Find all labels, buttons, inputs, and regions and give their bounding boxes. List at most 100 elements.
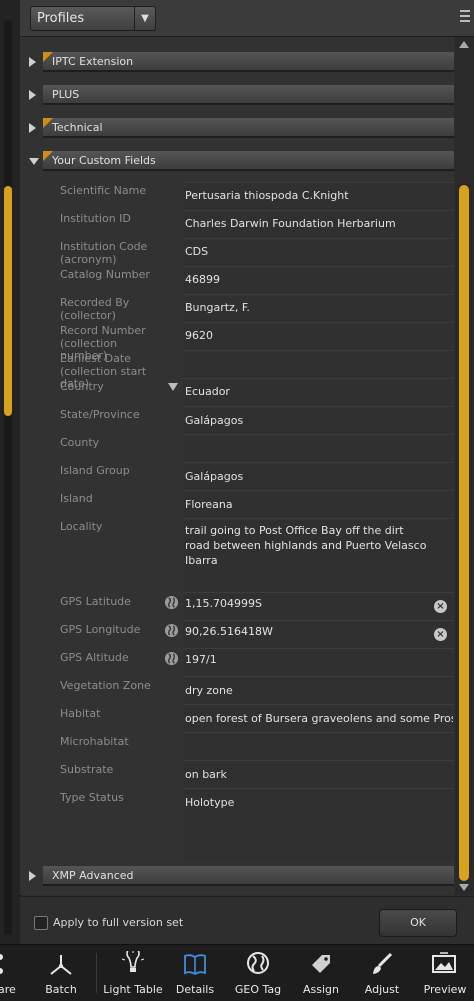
section-xmp-advanced[interactable]: XMP Advanced [20,866,454,886]
details-book-icon [184,954,206,976]
globe-icon[interactable] [164,595,179,610]
section-title: XMP Advanced [52,869,134,882]
tab-batch[interactable]: Batch [36,945,86,1001]
field-label-habitat: Habitat [60,707,101,720]
left-scrollbar-track[interactable] [4,20,12,935]
profiles-label: Profiles [37,11,85,26]
field-label-state: State/Province [60,408,140,421]
tab-label: Assign [303,983,339,996]
chevron-down-icon[interactable]: ▼ [134,7,155,30]
section-title: IPTC Extension [52,55,134,68]
clear-latitude-icon[interactable]: × [434,600,447,613]
clear-longitude-icon[interactable]: × [434,628,447,641]
field-label-type-status: Type Status [60,791,124,804]
expand-arrow-icon[interactable] [29,871,36,881]
profiles-dropdown[interactable]: Profiles ▼ [30,6,156,31]
globe-icon[interactable] [164,651,179,666]
island-group-value: Galápagos [185,470,244,483]
batch-icon [50,955,72,975]
tab-geo-tag[interactable]: GEO Tag [230,945,286,1001]
country-value: Ecuador [185,385,230,398]
section-iptc-extension[interactable]: IPTC Extension [20,52,454,72]
ok-button[interactable]: OK [379,909,457,937]
light-table-icon [121,951,145,972]
type-status-value: Holotype [185,796,235,809]
gps-altitude-value: 197/1 [185,653,217,666]
tab-light-table[interactable]: Light Table [100,945,166,1001]
field-label-institution-code: Institution Code (acronym) [60,240,148,266]
bottom-tab-bar: are Batch Light Table Details GEO Tag As… [0,944,474,1001]
tab-label: are [0,983,16,996]
expand-arrow-icon[interactable] [29,57,36,67]
locality-value: trail going to Post Office Bay off the d… [185,524,427,567]
section-technical[interactable]: Technical [20,118,454,138]
apply-full-version-checkbox[interactable] [34,916,48,930]
field-label-catalog-number: Catalog Number [60,268,150,281]
field-label-institution-id: Institution ID [60,212,131,225]
scientific-name-value: Pertusaria thiospoda C.Knight [185,189,349,202]
section-custom-fields[interactable]: Your Custom Fields [20,151,454,171]
globe-icon [247,952,269,974]
vegetation-zone-value: dry zone [185,684,233,697]
record-number-field[interactable] [183,322,454,350]
menu-icon[interactable] [460,10,470,24]
field-label-microhabitat: Microhabitat [60,735,129,748]
scroll-down-arrow-icon[interactable] [459,884,469,891]
left-scrollbar-thumb[interactable] [4,186,12,416]
microhabitat-field[interactable] [183,732,454,760]
tab-assign[interactable]: Assign [294,945,348,1001]
expand-arrow-icon[interactable] [29,123,36,133]
expand-arrow-icon[interactable] [29,90,36,100]
county-field[interactable] [183,434,454,462]
collapse-arrow-icon[interactable] [29,158,39,165]
tab-adjust[interactable]: Adjust [356,945,408,1001]
field-label-county: County [60,436,100,449]
scroll-up-arrow-icon[interactable] [459,41,469,48]
tab-label: Light Table [103,983,163,996]
earliest-date-field[interactable] [183,350,454,378]
tag-icon [312,955,330,973]
institution-id-value: Charles Darwin Foundation Herbarium [185,217,396,230]
right-scrollbar[interactable] [455,37,474,895]
country-dropdown-arrow-icon[interactable] [168,383,178,391]
island-value: Floreana [185,498,233,511]
field-label-recorded-by: Recorded By (collector) [60,296,130,322]
tab-share[interactable]: are [0,945,30,1001]
catalog-number-value: 46899 [185,273,220,286]
field-label-gps-altitude: GPS Altitude [60,651,129,664]
field-label-island: Island [60,492,93,505]
brush-icon [373,952,393,974]
metadata-panel: IPTC Extension PLUS Technical Your Custo… [20,37,454,895]
gps-altitude-field[interactable] [183,648,454,676]
institution-code-field[interactable] [183,238,454,266]
tab-separator [96,953,97,993]
tab-preview[interactable]: Preview [416,945,474,1001]
share-icon [0,954,3,974]
tab-label: Preview [423,983,467,996]
field-label-gps-longitude: GPS Longitude [60,623,141,636]
globe-icon[interactable] [164,623,179,638]
gps-latitude-value: 1,15.704999S [185,597,262,610]
field-label-substrate: Substrate [60,763,114,776]
state-value: Galápagos [185,414,244,427]
field-label-island-group: Island Group [60,464,130,477]
institution-code-value: CDS [185,245,209,258]
section-plus[interactable]: PLUS [20,85,454,105]
section-title: Your Custom Fields [52,154,156,167]
tab-details[interactable]: Details [170,945,220,1001]
section-title: Technical [52,121,103,134]
tab-label: Batch [45,983,77,996]
section-title: PLUS [52,88,80,101]
substrate-value: on bark [185,768,227,781]
field-label-scientific-name: Scientific Name [60,184,147,197]
catalog-number-field[interactable] [183,266,454,294]
recorded-by-value: Bungartz, F. [185,301,250,314]
left-panel-strip [0,0,21,944]
record-number-value: 9620 [185,329,213,342]
apply-full-version-label: Apply to full version set [53,916,184,929]
field-label-country: Country [60,380,104,393]
field-label-vegetation-zone: Vegetation Zone [60,679,151,692]
tab-label: Details [175,983,215,996]
tab-label: Adjust [364,983,400,996]
right-scrollbar-thumb[interactable] [459,185,469,881]
